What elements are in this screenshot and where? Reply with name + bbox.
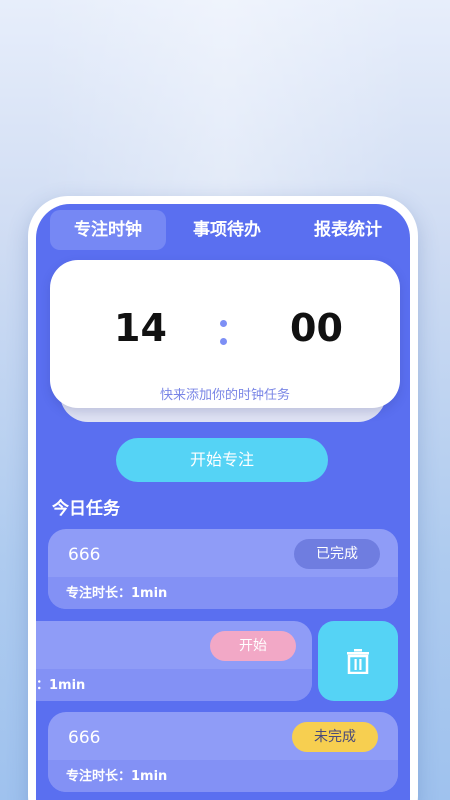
task-name: 666 [68,545,101,565]
clock-hours: 14 [114,306,167,350]
tab-todo[interactable]: 事项待办 [176,210,278,250]
clock-hint: 快来添加你的时钟任务 [159,388,290,403]
start-focus-button[interactable]: 开始专注 [116,438,328,482]
tab-bar: 专注时钟 事项待办 报表统计 [36,204,410,256]
clock-colon [218,318,228,346]
clock-minutes: 00 [290,306,343,350]
today-tasks-title: 今日任务 [52,499,120,519]
task-item[interactable]: 666 未完成 专注时长：1min [48,712,398,792]
status-badge-pending[interactable]: 未完成 [292,722,378,752]
app-screen: 专注时钟 事项待办 报表统计 14 00 快来添加你的时钟任务 开始专注 今日任… [36,204,410,800]
clock-card[interactable]: 14 00 快来添加你的时钟任务 [50,260,400,408]
task-duration: ：1min [36,678,86,693]
task-name: 666 [68,728,101,748]
status-badge-done[interactable]: 已完成 [294,539,380,569]
tab-stats[interactable]: 报表统计 [296,210,400,250]
task-item-swiped[interactable]: 开始 ：1min [36,621,312,701]
trash-icon [347,649,369,674]
start-task-button[interactable]: 开始 [210,631,296,661]
task-item[interactable]: 666 已完成 专注时长：1min [48,529,398,609]
delete-task-button[interactable] [318,621,398,701]
task-duration: 专注时长：1min [66,586,168,601]
tab-focus-clock[interactable]: 专注时钟 [50,210,166,250]
task-duration: 专注时长：1min [66,769,168,784]
